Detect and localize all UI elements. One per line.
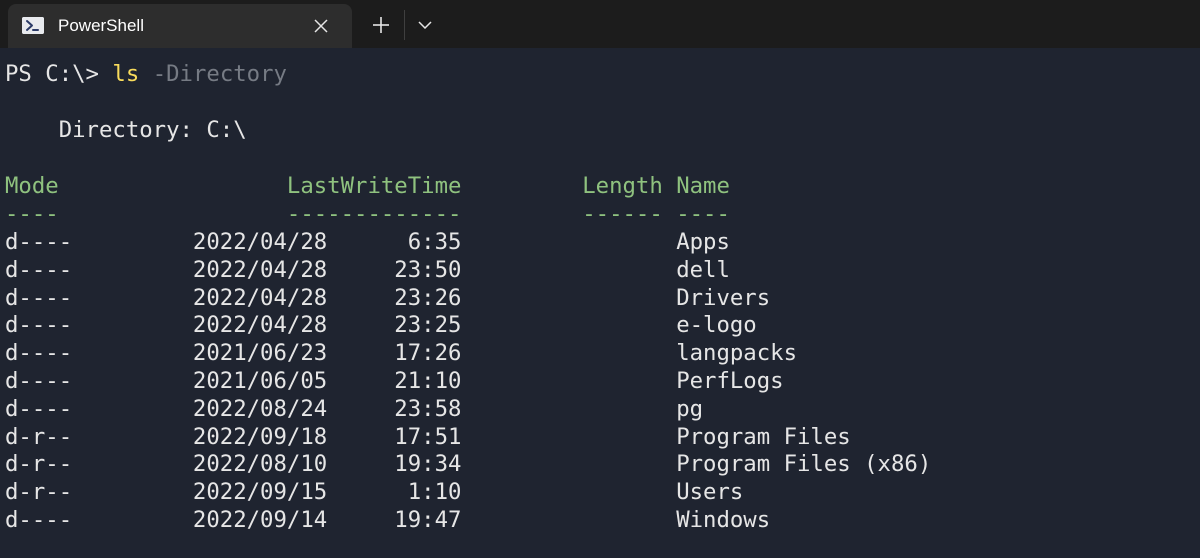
- table-row: d---- 2022/04/28 23:25 e-logo: [5, 312, 757, 339]
- table-header: Mode LastWriteTime Length Name: [5, 173, 730, 199]
- table-row: d-r-- 2022/08/10 19:34 Program Files (x8…: [5, 451, 932, 478]
- table-row: d-r-- 2022/09/15 1:10 Users: [5, 479, 744, 506]
- terminal-output[interactable]: PS C:\> ls -Directory Directory: C:\ Mod…: [0, 48, 1200, 558]
- table-row: d---- 2022/04/28 6:35 Apps: [5, 229, 730, 255]
- table-row: d---- 2022/09/14 19:47 Windows: [5, 507, 771, 533]
- table-row: d---- 2021/06/05 21:10 PerfLogs: [5, 368, 784, 394]
- new-tab-button[interactable]: [364, 8, 398, 42]
- table-row: d---- 2022/04/28 23:26 Drivers: [5, 284, 771, 311]
- title-bar: PowerShell: [0, 0, 1200, 48]
- tab-dropdown-button[interactable]: [408, 8, 442, 42]
- table-row: d-r-- 2022/09/18 17:51 Program Files: [5, 423, 851, 450]
- tab-powershell[interactable]: PowerShell: [8, 4, 352, 48]
- powershell-icon: [22, 17, 44, 34]
- tab-divider: [404, 10, 405, 40]
- close-icon[interactable]: [308, 13, 334, 39]
- prompt-line: PS C:\> ls -Directory: [5, 60, 287, 88]
- directory-line: Directory: C:\: [5, 117, 247, 143]
- table-row: d---- 2022/04/28 23:50 dell: [5, 256, 730, 283]
- table-row: d---- 2021/06/23 17:26 langpacks: [5, 340, 798, 367]
- table-header-underline: ---- ------------- ------ ----: [5, 201, 730, 227]
- command: ls: [112, 61, 140, 87]
- command-argument: -Directory: [152, 61, 287, 87]
- table-row: d---- 2022/08/24 23:58 pg: [5, 395, 704, 422]
- tab-title: PowerShell: [58, 16, 144, 35]
- plus-icon: [373, 17, 389, 33]
- prompt: PS C:\>: [5, 61, 113, 87]
- chevron-down-icon: [418, 21, 432, 29]
